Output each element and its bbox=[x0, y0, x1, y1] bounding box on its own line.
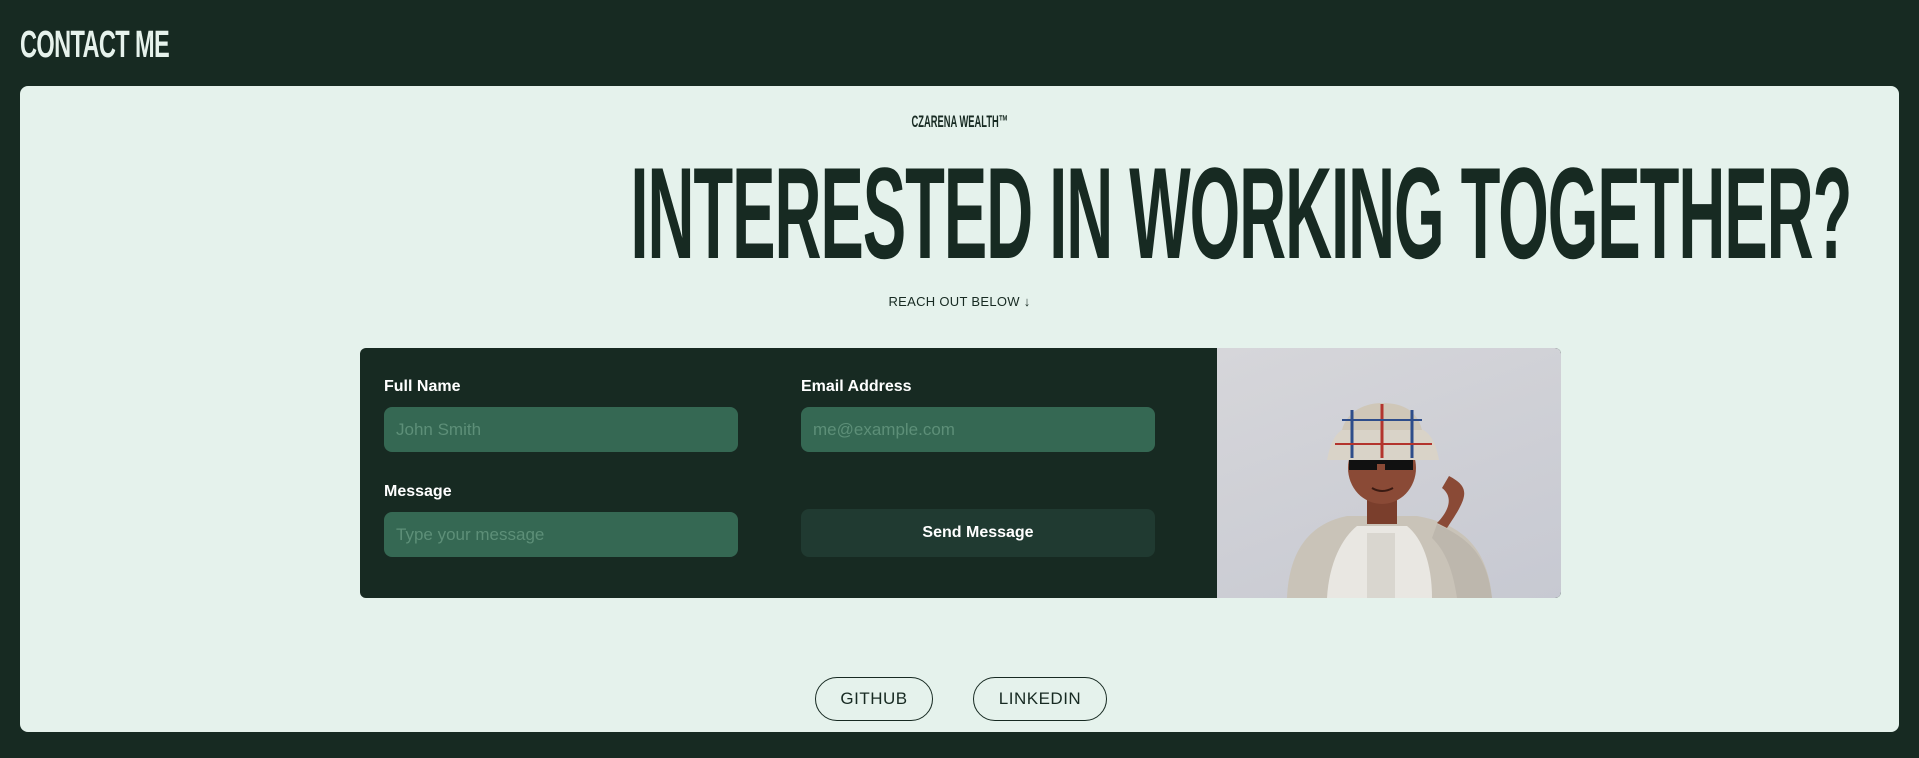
contact-form: Full Name Email Address Message Send Mes… bbox=[360, 348, 1561, 598]
send-message-button[interactable]: Send Message bbox=[801, 509, 1155, 557]
subline: REACH OUT BELOW ↓ bbox=[888, 294, 1031, 309]
avatar-illustration bbox=[1287, 403, 1492, 598]
email-label: Email Address bbox=[801, 378, 912, 395]
github-link[interactable]: GITHUB bbox=[815, 677, 933, 721]
message-input[interactable] bbox=[384, 512, 738, 557]
message-label: Message bbox=[384, 483, 452, 500]
full-name-input[interactable] bbox=[384, 407, 738, 452]
contact-card: CZARENA WEALTH™ INTERESTED IN WORKING TO… bbox=[20, 86, 1899, 732]
headline-text: INTERESTED IN WORKING TOGETHER? bbox=[630, 140, 1852, 286]
page-title: CONTACT ME bbox=[20, 24, 170, 66]
avatar-image bbox=[1217, 348, 1561, 598]
brand-mark: CZARENA WEALTH™ bbox=[20, 112, 1899, 132]
email-input[interactable] bbox=[801, 407, 1155, 452]
brand-text: CZARENA WEALTH™ bbox=[911, 112, 1008, 131]
linkedin-link[interactable]: LINKEDIN bbox=[973, 677, 1107, 721]
headline: INTERESTED IN WORKING TOGETHER? bbox=[20, 148, 1899, 278]
full-name-label: Full Name bbox=[384, 378, 461, 395]
